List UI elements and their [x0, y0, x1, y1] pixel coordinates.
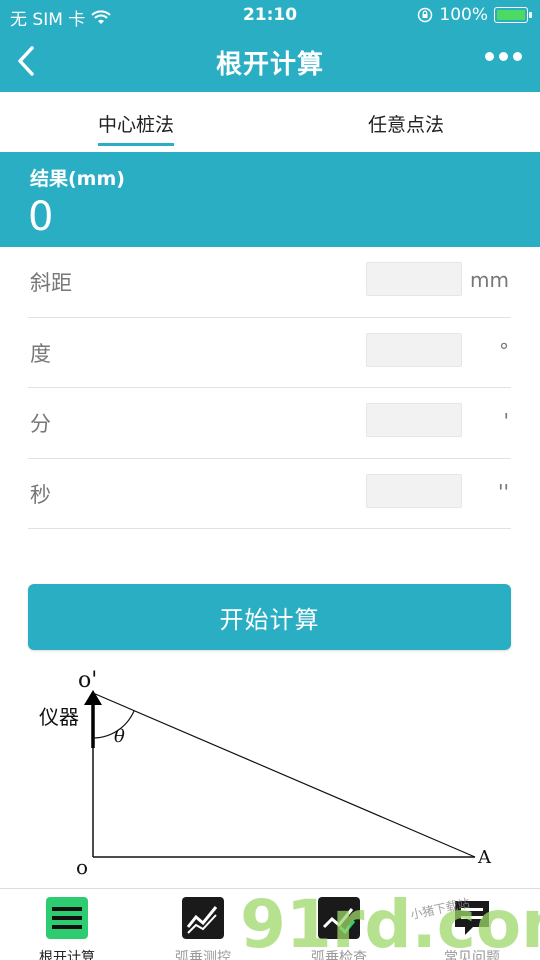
slant-distance-input[interactable]: [366, 262, 462, 296]
point-o-label: o: [76, 855, 88, 879]
minute-input[interactable]: [366, 403, 462, 437]
minute-label: 分: [30, 412, 51, 436]
tabbar-label: 弧垂检查: [311, 950, 367, 960]
second-label: 秒: [30, 482, 51, 507]
hypotenuse-line: [92, 692, 476, 858]
nav-bar: 根开计算: [0, 30, 540, 92]
minute-unit: ': [503, 409, 510, 433]
tab-arbitrary-point[interactable]: 任意点法: [368, 110, 444, 137]
calculate-button[interactable]: 开始计算: [28, 584, 511, 650]
tab-center-stake[interactable]: 中心桩法: [98, 110, 175, 146]
tabbar-item-sag-measure[interactable]: 弧垂测控: [143, 897, 263, 960]
rotation-lock-icon: [418, 7, 433, 23]
battery-icon: [494, 7, 532, 23]
instrument-label: 仪器: [39, 705, 79, 729]
point-o-prime-label: o': [78, 668, 97, 693]
tabbar-label: 常见问题: [444, 950, 500, 960]
form-row-minute: 分 ': [28, 388, 511, 459]
tabbar-label: 根开计算: [39, 950, 95, 960]
result-panel: 结果(mm) 0: [0, 152, 540, 247]
degree-input[interactable]: [366, 332, 462, 367]
degree-label: 度: [30, 341, 51, 366]
tabbar-item-faq[interactable]: 常见问题: [412, 897, 532, 960]
form-row-degree: 度 °: [28, 318, 511, 388]
point-a-label: A: [477, 847, 492, 868]
form-row-second: 秒 '': [28, 459, 511, 529]
page-title: 根开计算: [215, 50, 324, 80]
tabbar-item-root-calc[interactable]: 根开计算: [7, 897, 127, 960]
menu-lines-icon: [46, 897, 88, 939]
slant-distance-label: 斜距: [30, 271, 72, 295]
method-tabs: 中心桩法 任意点法: [0, 92, 540, 152]
triangle-diagram: o' 仪器 θ o A: [39, 668, 492, 879]
input-form: 斜距 mm 度 ° 分 ' 秒 '': [28, 247, 511, 529]
battery-percent: 100%: [439, 5, 488, 25]
bottom-tab-bar: 根开计算 弧垂测控 弧垂检查 常见问题: [0, 888, 540, 960]
tabbar-item-sag-check[interactable]: 弧垂检查: [279, 897, 399, 960]
chat-bubble-icon: [455, 901, 489, 935]
tabbar-label: 弧垂测控: [175, 950, 231, 960]
form-row-slant-distance: 斜距 mm: [28, 247, 511, 318]
second-unit: '': [498, 479, 509, 504]
slant-distance-unit: mm: [470, 268, 509, 292]
status-right: 100%: [417, 5, 532, 25]
result-label: 结果(mm): [30, 168, 125, 190]
chart-check-icon: [318, 897, 360, 939]
second-input[interactable]: [366, 473, 462, 508]
status-bar: 无 SIM 卡 21:10 100%: [0, 0, 540, 30]
degree-unit: °: [499, 338, 509, 363]
more-icon[interactable]: [485, 52, 522, 61]
angle-theta-label: θ: [114, 726, 125, 747]
result-value: 0: [28, 194, 54, 240]
chart-line-icon: [182, 897, 224, 939]
